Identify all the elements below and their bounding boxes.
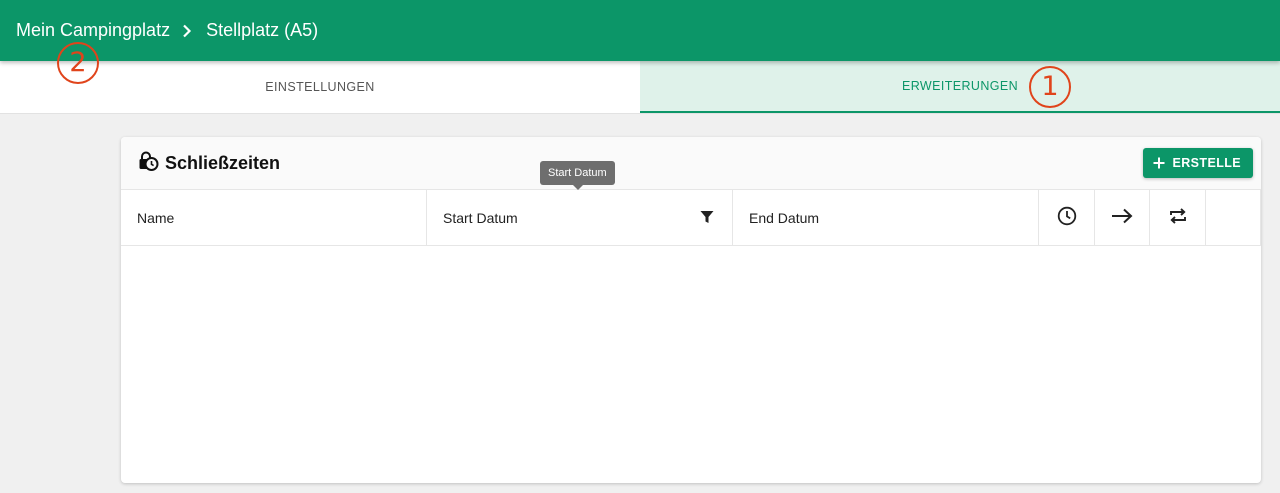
column-header-repeat[interactable]: [1150, 190, 1206, 245]
breadcrumb-current: Stellplatz (A5): [206, 20, 319, 40]
column-header-name[interactable]: Name: [121, 190, 427, 245]
clock-icon: [1057, 206, 1077, 229]
annotation-marker-2: 2: [57, 42, 99, 84]
lock-clock-icon: [137, 150, 159, 177]
start-date-tooltip: Start Datum: [540, 161, 615, 190]
tab-erweiterungen[interactable]: ERWEITERUNGEN: [640, 61, 1280, 113]
create-button-label: ERSTELLE: [1172, 156, 1241, 170]
column-header-start-date[interactable]: Start Datum: [427, 190, 733, 245]
repeat-icon: [1168, 206, 1188, 229]
column-header-label: Name: [137, 209, 175, 226]
closing-times-card: Schließzeiten ERSTELLE Name Start Datum …: [121, 137, 1261, 483]
table-header-row: Name Start Datum End Datum: [121, 190, 1261, 246]
filter-icon[interactable]: [700, 210, 714, 227]
column-header-end-date[interactable]: End Datum: [733, 190, 1039, 245]
column-header-label: Start Datum: [443, 209, 518, 226]
arrow-right-icon: [1111, 208, 1133, 227]
tab-bar: EINSTELLUNGEN ERWEITERUNGEN: [0, 61, 1280, 114]
column-header-label: End Datum: [749, 209, 820, 226]
plus-icon: [1153, 157, 1165, 169]
column-header-actions: [1206, 190, 1261, 245]
table-body: [121, 246, 1261, 482]
create-button[interactable]: ERSTELLE: [1142, 148, 1253, 178]
column-header-direction[interactable]: [1095, 190, 1150, 245]
column-header-time[interactable]: [1039, 190, 1095, 245]
app-header: Mein Campingplatz Stellplatz (A5): [0, 0, 1280, 61]
chevron-right-icon: [182, 24, 192, 38]
card-header: Schließzeiten ERSTELLE: [121, 137, 1261, 190]
card-title: Schließzeiten: [165, 152, 281, 173]
breadcrumb-parent[interactable]: Mein Campingplatz: [16, 20, 170, 41]
annotation-marker-1: 1: [1029, 66, 1071, 108]
